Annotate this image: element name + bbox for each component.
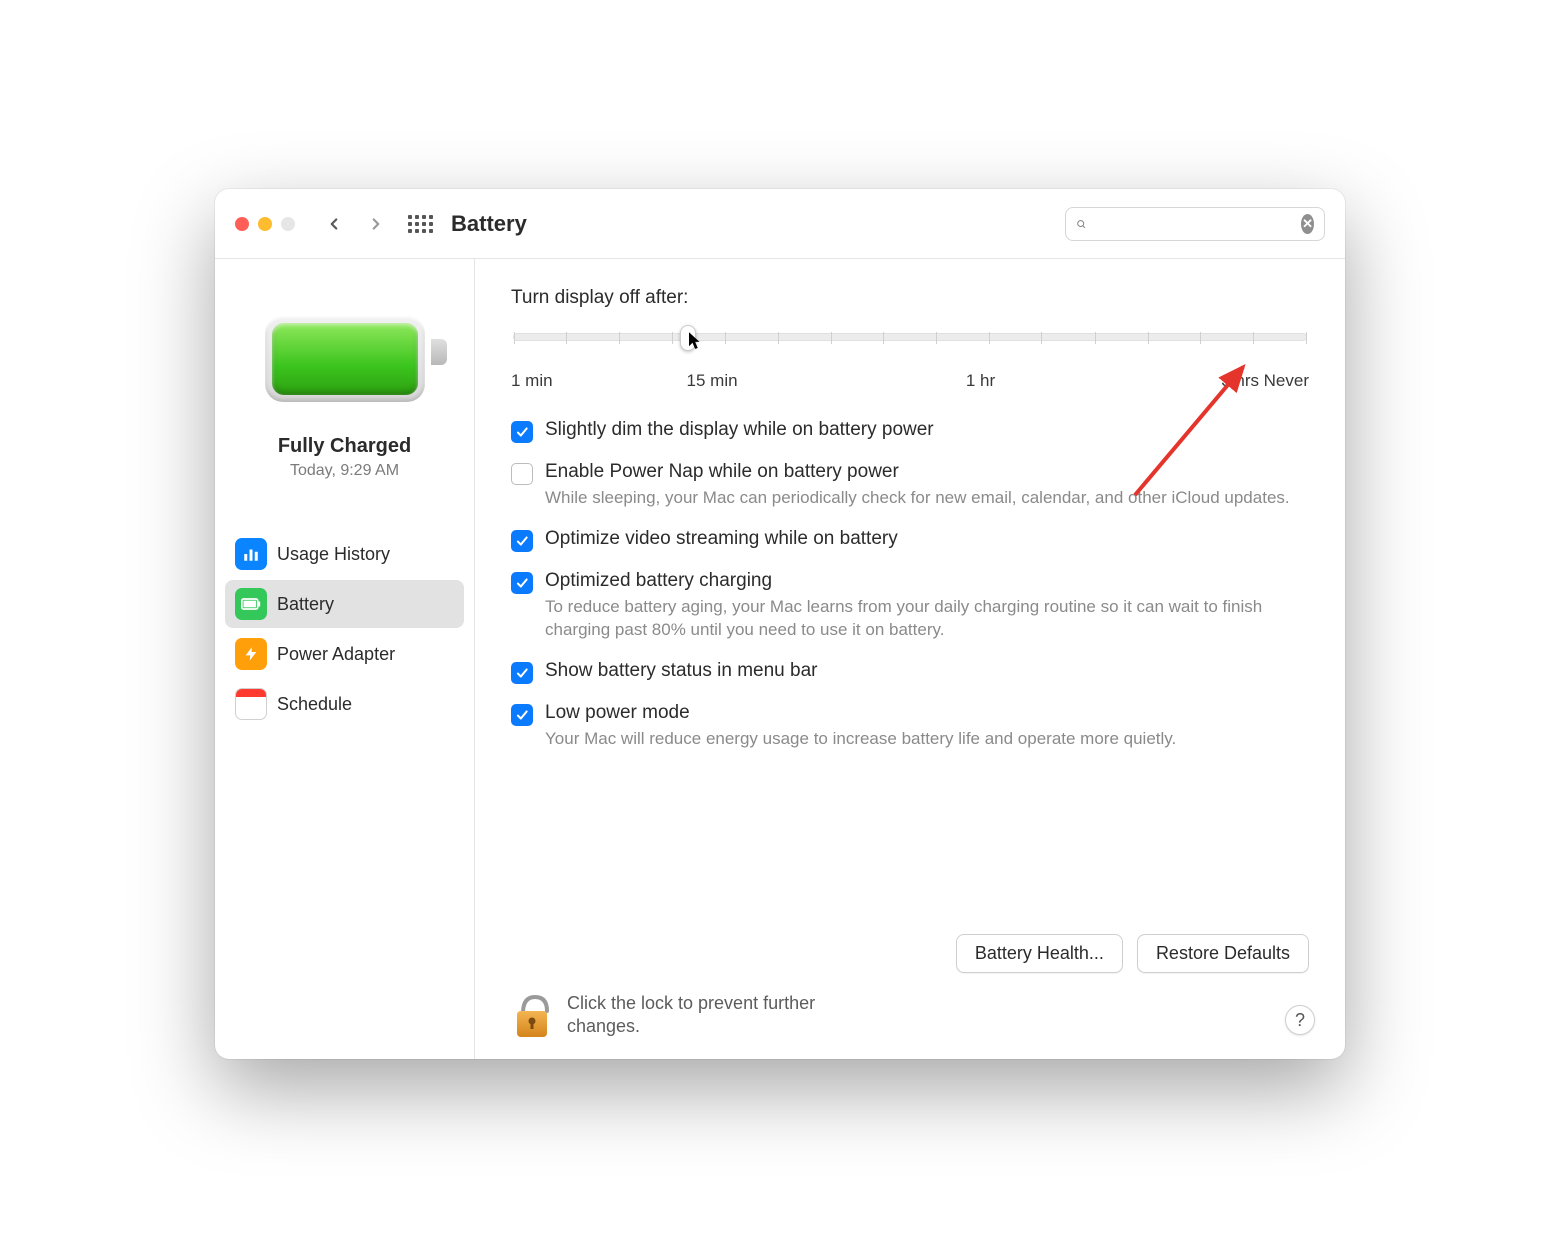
window-controls — [235, 217, 295, 231]
zoom-window-button[interactable] — [281, 217, 295, 231]
sidebar-item-label: Schedule — [277, 694, 352, 715]
slider-label-never: Never — [1264, 371, 1309, 391]
sidebar-item-usage-history[interactable]: Usage History — [225, 530, 464, 578]
help-button[interactable]: ? — [1285, 1005, 1315, 1035]
slider-label-1min: 1 min — [511, 371, 553, 391]
checkbox-low-power-mode[interactable] — [511, 704, 533, 726]
option-label: Low power mode — [545, 702, 1176, 724]
battery-status-time: Today, 9:29 AM — [290, 462, 399, 480]
slider-scale-labels: 1 min 15 min 1 hr 3 hrs Never — [511, 371, 1309, 393]
sidebar-item-schedule[interactable]: Schedule — [225, 680, 464, 728]
sidebar: Fully Charged Today, 9:29 AM Usage Histo… — [215, 259, 475, 1059]
sidebar-item-battery[interactable]: Battery — [225, 580, 464, 628]
titlebar: Battery ✕ — [215, 189, 1345, 259]
option-description: While sleeping, your Mac can periodicall… — [545, 487, 1290, 510]
battery-status-title: Fully Charged — [278, 435, 411, 458]
search-icon — [1076, 216, 1086, 232]
checkbox-optimize-video[interactable] — [511, 530, 533, 552]
search-input[interactable] — [1094, 215, 1293, 232]
sidebar-item-label: Battery — [277, 594, 334, 615]
options-list: Slightly dim the display while on batter… — [511, 419, 1309, 751]
option-label: Slightly dim the display while on batter… — [545, 419, 934, 441]
checkbox-menu-bar[interactable] — [511, 662, 533, 684]
close-window-button[interactable] — [235, 217, 249, 231]
slider-label-1hr: 1 hr — [966, 371, 995, 391]
preferences-window: Battery ✕ Fully Charged Today, 9:29 AM — [215, 189, 1345, 1059]
option-optimize-video: Optimize video streaming while on batter… — [511, 528, 1309, 552]
cursor-icon — [689, 332, 703, 355]
sidebar-item-power-adapter[interactable]: Power Adapter — [225, 630, 464, 678]
slider-label-15min: 15 min — [687, 371, 738, 391]
sidebar-item-label: Power Adapter — [277, 644, 395, 665]
option-label: Show battery status in menu bar — [545, 660, 817, 682]
checkbox-power-nap[interactable] — [511, 463, 533, 485]
battery-icon — [235, 588, 267, 620]
slider-label-3hrs: 3 hrs — [1221, 371, 1259, 391]
option-label: Optimize video streaming while on batter… — [545, 528, 898, 550]
lock-icon[interactable] — [511, 991, 553, 1039]
calendar-icon — [235, 688, 267, 720]
clear-search-button[interactable]: ✕ — [1301, 214, 1314, 234]
sidebar-item-label: Usage History — [277, 544, 390, 565]
sidebar-nav: Usage History Battery Power Adapter — [225, 530, 464, 728]
slider-knob[interactable] — [680, 325, 696, 351]
option-power-nap: Enable Power Nap while on battery power … — [511, 461, 1309, 510]
slider-title: Turn display off after: — [511, 287, 1309, 309]
window-title: Battery — [451, 211, 527, 237]
option-low-power-mode: Low power mode Your Mac will reduce ener… — [511, 702, 1309, 751]
option-description: To reduce battery aging, your Mac learns… — [545, 596, 1309, 642]
battery-health-button[interactable]: Battery Health... — [956, 934, 1123, 973]
display-off-slider[interactable] — [513, 333, 1307, 341]
search-box[interactable]: ✕ — [1065, 207, 1325, 241]
option-menu-bar: Show battery status in menu bar — [511, 660, 1309, 684]
forward-button[interactable] — [363, 211, 389, 237]
lock-text: Click the lock to prevent further change… — [567, 992, 817, 1039]
restore-defaults-button[interactable]: Restore Defaults — [1137, 934, 1309, 973]
body: Fully Charged Today, 9:29 AM Usage Histo… — [215, 259, 1345, 1059]
chart-icon — [235, 538, 267, 570]
battery-graphic — [255, 309, 435, 409]
option-label: Enable Power Nap while on battery power — [545, 461, 1290, 483]
checkbox-dim-display[interactable] — [511, 421, 533, 443]
option-label: Optimized battery charging — [545, 570, 1309, 592]
option-description: Your Mac will reduce energy usage to inc… — [545, 728, 1176, 751]
back-button[interactable] — [321, 211, 347, 237]
checkbox-optimized-charging[interactable] — [511, 572, 533, 594]
show-all-icon[interactable] — [405, 209, 435, 239]
footer: Battery Health... Restore Defaults — [511, 934, 1309, 1039]
minimize-window-button[interactable] — [258, 217, 272, 231]
option-dim-display: Slightly dim the display while on batter… — [511, 419, 1309, 443]
option-optimized-charging: Optimized battery charging To reduce bat… — [511, 570, 1309, 642]
main-content: Turn display off after: — [475, 259, 1345, 1059]
bolt-icon — [235, 638, 267, 670]
